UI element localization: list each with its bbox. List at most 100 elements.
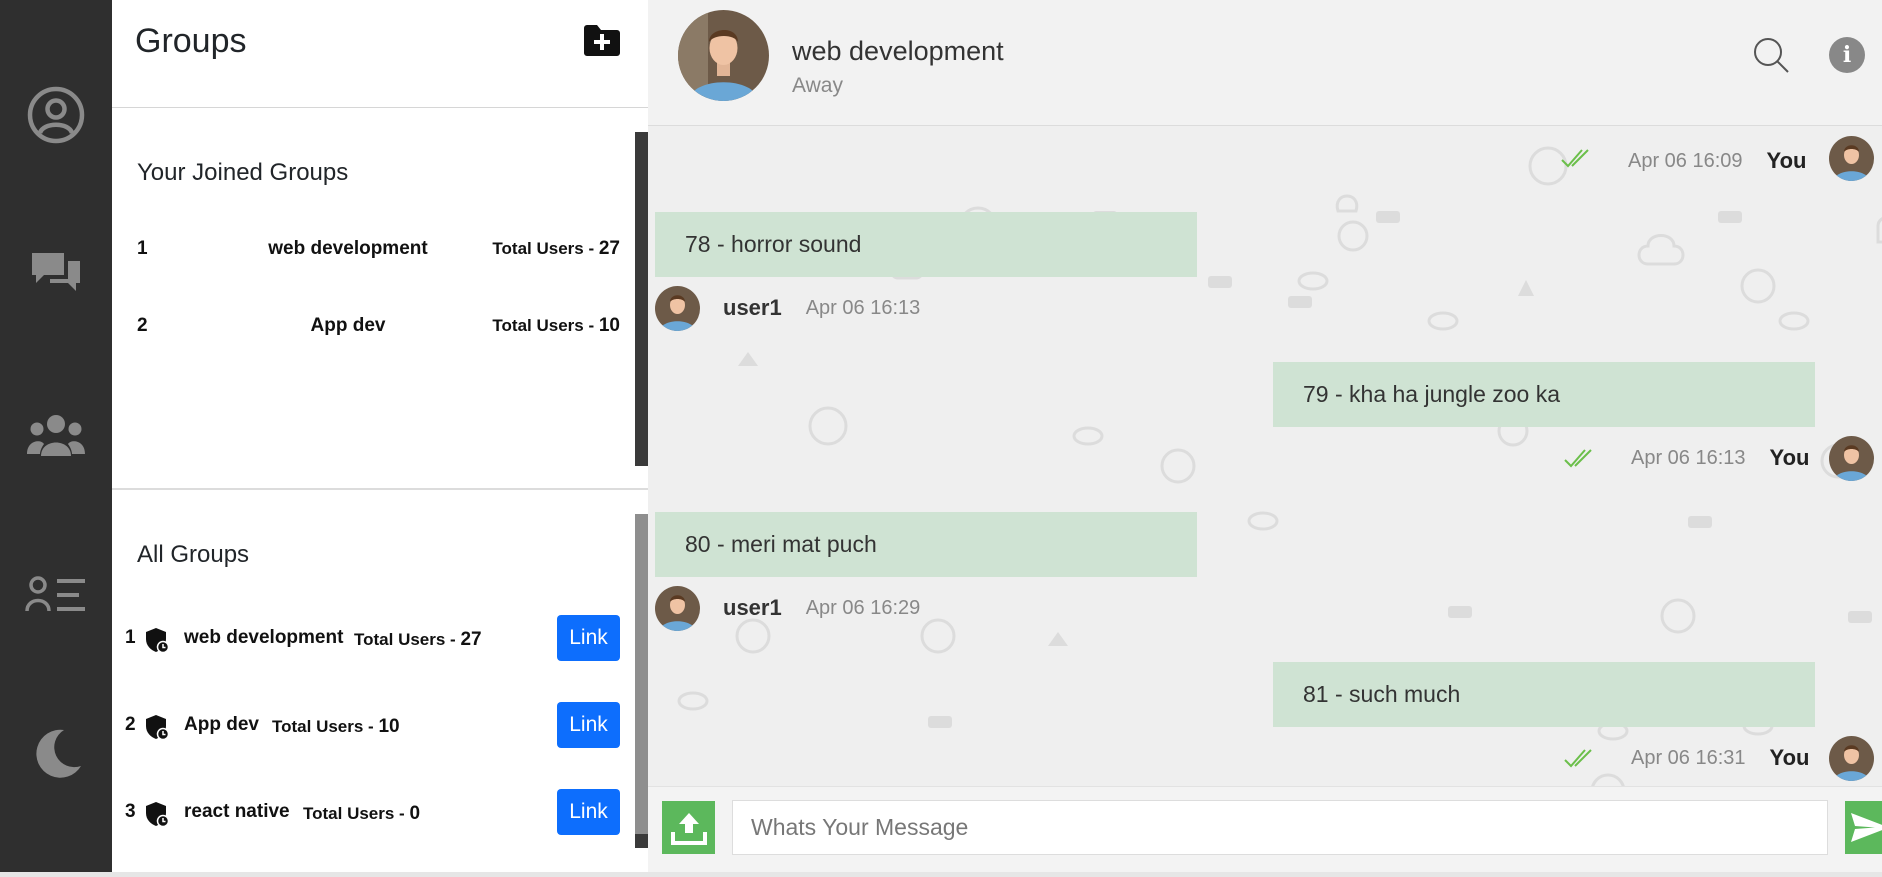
message-time: Apr 06 16:31 (1631, 746, 1746, 769)
send-button[interactable] (1845, 801, 1882, 854)
message-meta: user1 Apr 06 16:13 (723, 293, 920, 323)
upload-icon (670, 812, 707, 845)
avatar (655, 286, 700, 331)
contacts-nav-button[interactable] (0, 570, 112, 620)
group-name: App dev (184, 714, 259, 735)
window-bottom-edge (0, 872, 1882, 877)
message-meta: Apr 06 16:31 You (1631, 743, 1809, 773)
avatar-image (678, 10, 769, 101)
message-input[interactable] (732, 800, 1828, 855)
message-sender: You (1769, 745, 1810, 770)
joined-group-row[interactable]: 2 App dev Total Users - 10 (112, 305, 632, 345)
section-divider (112, 488, 648, 490)
profile-icon (27, 86, 85, 144)
join-link-button[interactable]: Link (557, 615, 620, 661)
join-link-button[interactable]: Link (557, 789, 620, 835)
total-users-label: Total Users - (303, 804, 410, 823)
avatar[interactable] (678, 10, 769, 101)
upload-button[interactable] (662, 801, 715, 854)
profile-nav-button[interactable] (0, 82, 112, 148)
total-users: Total Users - 27 (492, 238, 620, 260)
chat-window: web development Away i Apr 06 16:09 You … (648, 0, 1882, 872)
incoming-message-bubble[interactable]: 80 - meri mat puch (655, 512, 1197, 577)
app-window: Groups Your Joined Groups 1 web developm… (0, 0, 1882, 877)
chats-icon (32, 253, 80, 291)
total-users-label: Total Users - (492, 239, 599, 258)
folder-plus-icon[interactable] (582, 22, 622, 58)
presence-status: Away (792, 74, 843, 97)
incoming-message-bubble[interactable]: 78 - horror sound (655, 212, 1197, 277)
group-row: 3 react native Total Users - 0 Link (112, 789, 632, 835)
message-list[interactable]: Apr 06 16:09 You 78 - horror sound user1… (648, 96, 1882, 786)
groups-panel-header: Groups (112, 0, 648, 108)
group-name: web development (268, 238, 428, 259)
info-icon[interactable]: i (1829, 37, 1865, 73)
send-icon (1851, 813, 1882, 842)
all-groups-section: All Groups 1 web development Total Users… (112, 514, 648, 848)
total-users-count: 27 (598, 238, 620, 259)
avatar (1829, 736, 1874, 781)
group-name: react native (184, 801, 290, 822)
joined-group-row[interactable]: 1 web development Total Users - 27 (112, 228, 632, 268)
row-index: 1 (137, 238, 148, 259)
message-meta: Apr 06 16:09 You (1628, 146, 1806, 176)
message-time: Apr 06 16:13 (1631, 446, 1746, 469)
message-time: Apr 06 16:13 (805, 296, 921, 319)
chat-header: web development Away i (648, 0, 1882, 126)
groups-icon (27, 415, 85, 456)
joined-groups-title: Your Joined Groups (137, 159, 349, 186)
groups-panel: Groups Your Joined Groups 1 web developm… (112, 0, 648, 872)
message-time: Apr 06 16:29 (805, 596, 921, 619)
row-index: 1 (125, 627, 136, 648)
message-sender: user1 (723, 295, 782, 320)
outgoing-message-bubble[interactable]: 79 - kha ha jungle zoo ka (1273, 362, 1815, 427)
group-name: web development (184, 627, 344, 648)
all-groups-scrollbar-thumb[interactable] (635, 514, 648, 834)
group-name: App dev (310, 315, 386, 336)
outgoing-message-bubble[interactable]: 81 - such much (1273, 662, 1815, 727)
all-groups-title: All Groups (137, 541, 250, 568)
side-navigation (0, 0, 112, 872)
total-users: Total Users - 27 (354, 629, 482, 651)
all-groups-scrollbar-end (635, 834, 648, 848)
join-link-button[interactable]: Link (557, 702, 620, 748)
joined-groups-section: Your Joined Groups 1 web development Tot… (112, 132, 648, 466)
total-users-label: Total Users - (272, 717, 379, 736)
double-check-icon (1564, 449, 1592, 468)
message-meta: user1 Apr 06 16:29 (723, 593, 920, 623)
total-users-count: 0 (409, 803, 421, 824)
group-row: 2 App dev Total Users - 10 Link (112, 702, 632, 748)
row-index: 2 (137, 315, 148, 336)
message-meta: Apr 06 16:13 You (1631, 443, 1809, 473)
dark-mode-toggle[interactable] (0, 724, 112, 784)
total-users-count: 10 (378, 716, 400, 737)
chat-title: web development (792, 36, 1004, 66)
total-users: Total Users - 10 (492, 315, 620, 337)
shield-lock-icon (146, 628, 169, 653)
group-row: 1 web development Total Users - 27 Link (112, 615, 632, 661)
message-composer (648, 786, 1882, 872)
message-sender: You (1766, 148, 1807, 173)
total-users-count: 10 (598, 315, 620, 336)
message-sender: You (1769, 445, 1810, 470)
page-title: Groups (135, 22, 247, 60)
row-index: 2 (125, 714, 136, 735)
shield-lock-icon (146, 802, 169, 827)
double-check-icon (1561, 149, 1589, 168)
total-users: Total Users - 0 (303, 803, 420, 825)
chats-nav-button[interactable] (0, 245, 112, 301)
row-index: 3 (125, 801, 136, 822)
contacts-icon (25, 576, 85, 612)
double-check-icon (1564, 749, 1592, 768)
total-users-count: 27 (460, 629, 482, 650)
avatar (655, 586, 700, 631)
search-icon[interactable] (1752, 36, 1790, 74)
shield-lock-icon (146, 715, 169, 740)
joined-groups-scrollbar[interactable] (635, 132, 648, 466)
avatar (1829, 436, 1874, 481)
avatar (1829, 136, 1874, 181)
total-users-label: Total Users - (492, 316, 599, 335)
message-time: Apr 06 16:09 (1628, 149, 1743, 172)
groups-nav-button[interactable] (0, 410, 112, 460)
total-users: Total Users - 10 (272, 716, 400, 738)
